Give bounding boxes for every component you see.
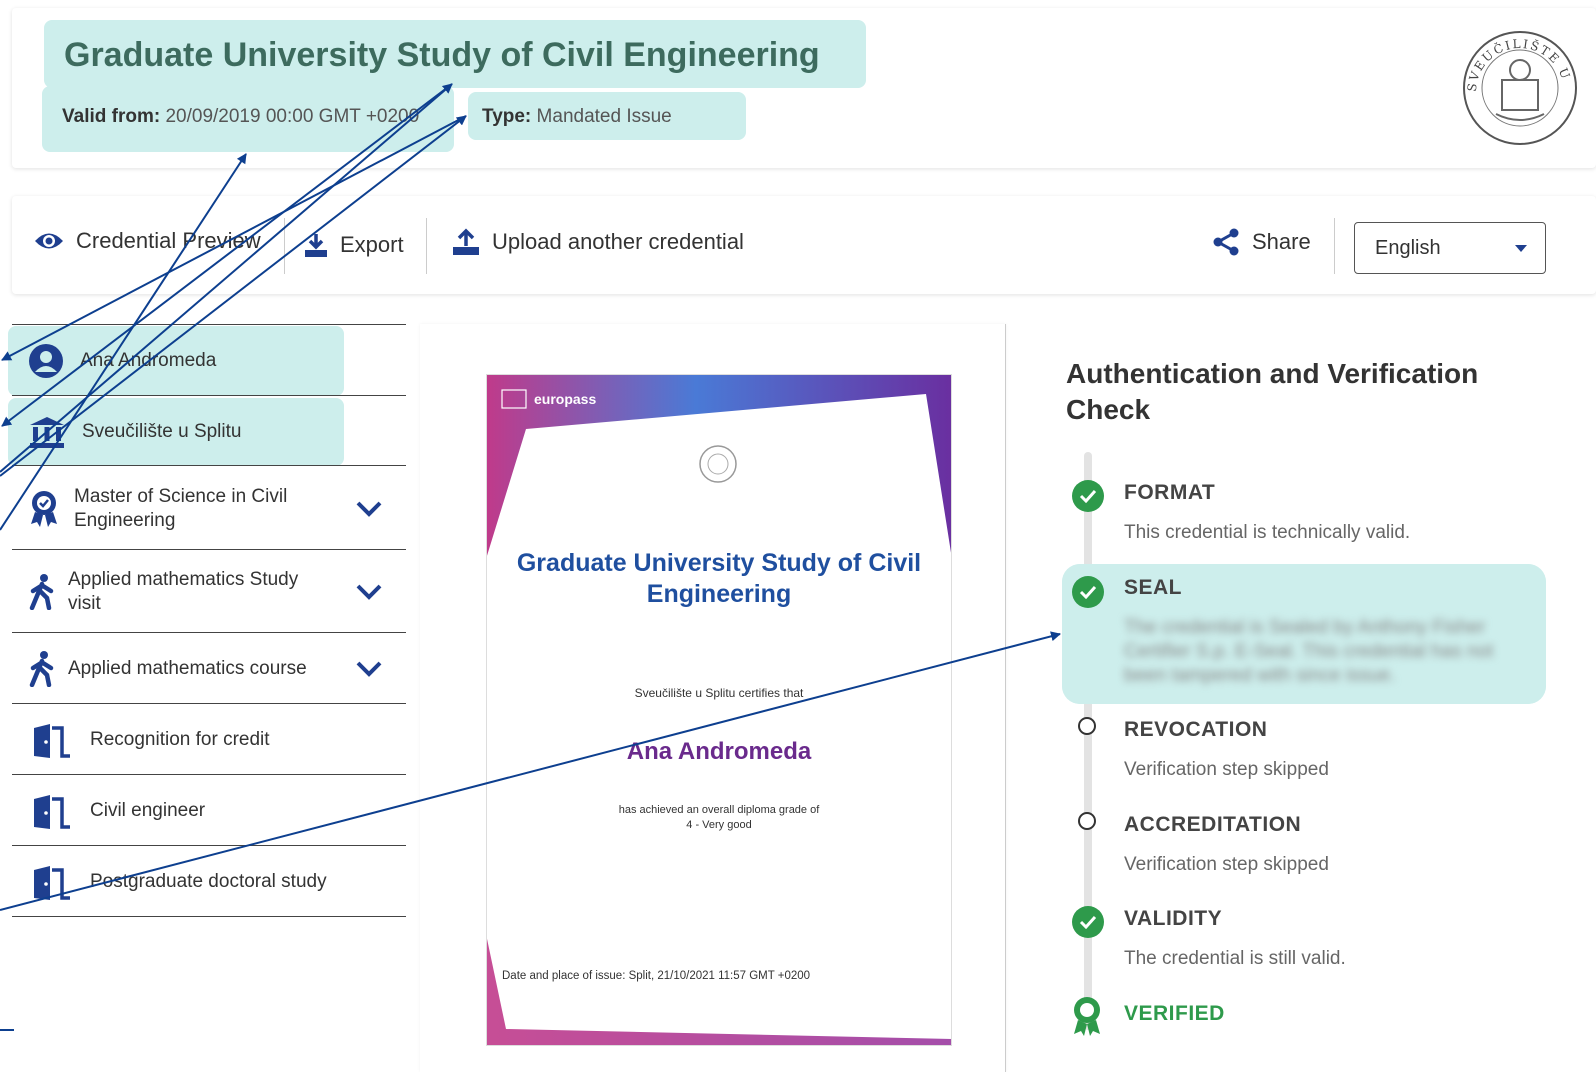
sidebar-item-course[interactable]: Applied mathematics course [12,634,406,704]
sidebar-item-label: Ana Andromeda [80,349,217,371]
user-icon [28,343,64,378]
valid-from-label: Valid from: [62,106,161,127]
sidebar-item-label: Civil engineer [90,799,206,821]
door-icon [30,722,72,758]
sidebar-item-label: Applied mathematics course [68,657,307,679]
walking-icon [28,573,56,610]
sidebar-item-issuer[interactable]: Sveučilište u Splitu [12,398,406,466]
upload-icon [453,228,479,255]
share-icon [1213,228,1239,256]
sidebar-item-holder[interactable]: Ana Andromeda [12,326,406,396]
export-button[interactable]: Export [304,232,404,258]
certificate-title: Graduate University Study of Civil Engin… [516,549,922,608]
sidebar-item-label: Master of Science in Civil Engineering [74,485,288,531]
verification-title: Authentication and Verification Check [1066,358,1479,425]
chevron-down-icon[interactable] [356,661,382,677]
university-seal-logo: SVEUČILIŠTE U SPLITU [1462,30,1577,145]
sidebar-item-label: Sveučilište u Splitu [82,420,242,442]
chevron-down-icon[interactable] [356,584,382,600]
toolbar-divider [284,218,285,274]
step-seal-desc: The credential is Sealed by Anthony Fish… [1124,617,1494,686]
type-value: Mandated Issue [536,106,672,127]
sidebar-item-label: Recognition for credit [90,728,270,750]
sidebar-item-recognition[interactable]: Recognition for credit [12,705,406,775]
sidebar-item-qualification[interactable]: Master of Science in Civil Engineering [12,468,406,550]
door-icon [30,864,72,900]
sidebar-item-doctoral[interactable]: Postgraduate doctoral study [12,847,406,917]
sidebar-top-border [12,324,406,325]
empty-circle-icon [1078,717,1096,735]
upload-credential-label: Upload another credential [492,229,744,254]
valid-from-value: 20/09/2019 00:00 GMT +0200 [165,106,420,127]
certificate-frame [486,374,952,1046]
verified-badge-icon [1074,997,1100,1036]
credential-preview-label: Credential Preview [76,228,261,253]
step-validity-desc: The credential is still valid. [1124,948,1346,969]
step-accreditation-title: ACCREDITATION [1124,813,1302,836]
type-label: Type: [482,106,532,127]
toolbar-divider [426,218,427,274]
certificate-achieved-text: has achieved an overall diploma grade of [618,804,820,816]
certificate-grade: 4 - Very good [686,819,752,831]
step-revocation-title: REVOCATION [1124,718,1268,741]
step-seal-title: SEAL [1124,576,1183,599]
step-revocation-desc: Verification step skipped [1124,759,1329,780]
chevron-down-icon[interactable] [356,501,382,517]
language-select[interactable]: English [1354,222,1546,274]
credential-preview-button[interactable]: Credential Preview [34,228,261,254]
europass-brand: europass [534,391,597,407]
credential-title: Graduate University Study of Civil Engin… [64,36,820,74]
valid-from: Valid from: 20/09/2019 00:00 GMT +0200 [62,106,419,128]
step-format-desc: This credential is technically valid. [1124,522,1411,543]
share-button[interactable]: Share [1212,228,1311,256]
export-label: Export [340,232,404,257]
toolbar-divider [1334,218,1335,274]
check-circle-icon [1072,480,1104,512]
sidebar-item-occupation[interactable]: Civil engineer [12,776,406,846]
caret-down-icon [1515,245,1527,252]
sidebar-item-study-visit[interactable]: Applied mathematics Study visit [12,551,406,633]
language-value: English [1375,236,1441,259]
door-icon [30,793,72,829]
empty-circle-icon [1078,812,1096,830]
sidebar-item-label: Postgraduate doctoral study [90,870,327,892]
certificate-issue-text: Date and place of issue: Split, 21/10/20… [502,970,811,982]
check-circle-icon [1072,906,1104,938]
share-label: Share [1252,229,1311,254]
upload-credential-button[interactable]: Upload another credential [452,228,744,256]
certificate-holder-name: Ana Andromeda [626,738,812,765]
step-format-title: FORMAT [1124,481,1216,504]
certificate-certifies-text: Sveučilište u Splitu certifies that [634,686,804,700]
institution-icon [28,415,66,449]
credential-type: Type: Mandated Issue [482,106,672,128]
sidebar-item-label: Applied mathematics Study visit [68,568,299,614]
award-icon [28,490,60,528]
step-validity-title: VALIDITY [1124,907,1223,930]
verified-result: VERIFIED [1124,1002,1225,1025]
verification-timeline [1084,452,1092,1030]
step-accreditation-desc: Verification step skipped [1124,854,1329,875]
download-icon [305,234,327,257]
check-circle-icon [1072,576,1104,608]
walking-icon [28,650,56,687]
eye-icon [35,233,63,249]
